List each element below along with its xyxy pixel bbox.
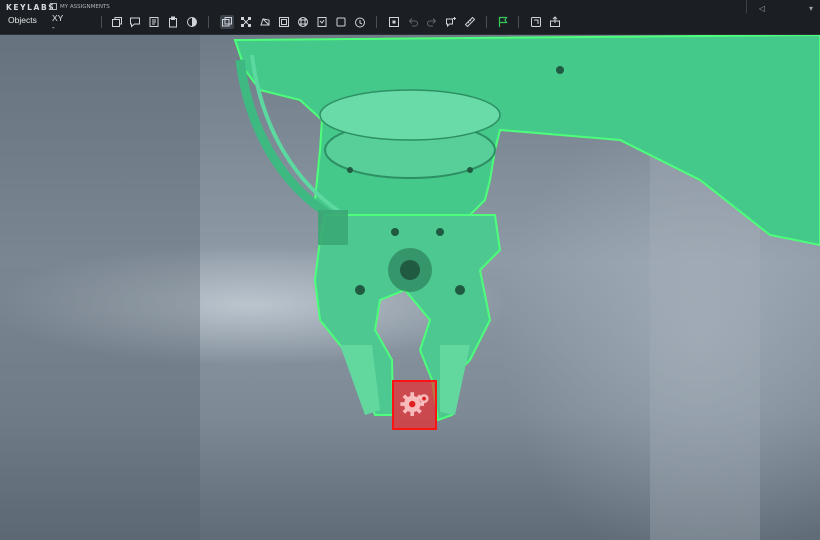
my-assignments-link[interactable]: MY ASSIGNMENTS — [50, 3, 110, 10]
gear-icon — [400, 392, 429, 416]
undo-icon[interactable] — [406, 15, 420, 29]
toolbar-divider — [208, 16, 209, 28]
chevron-down-icon[interactable]: ▾ — [806, 4, 816, 14]
ruler-icon[interactable] — [463, 15, 477, 29]
sound-icon[interactable]: ◁ — [757, 4, 767, 14]
toolbar-divider — [101, 16, 102, 28]
classification-tool-icon[interactable] — [315, 15, 329, 29]
xy-readout: XY - — [52, 13, 64, 33]
polygon-tool-icon[interactable] — [258, 15, 272, 29]
contrast-tool-icon[interactable] — [185, 15, 199, 29]
toolbar-divider — [376, 16, 377, 28]
notes-tool-icon[interactable] — [147, 15, 161, 29]
scene-image — [0, 35, 820, 540]
redo-icon[interactable] — [425, 15, 439, 29]
flag-icon[interactable] — [496, 15, 510, 29]
brand-logo[interactable]: KEYLABS — [6, 3, 55, 12]
segmentation-tool-icon[interactable] — [296, 15, 310, 29]
gear-bounding-box[interactable] — [392, 380, 437, 430]
cuboid-tool-icon[interactable] — [277, 15, 291, 29]
objects-tab[interactable]: Objects — [8, 15, 37, 25]
timer-tool-icon[interactable] — [353, 15, 367, 29]
shortcuts-icon[interactable] — [529, 15, 543, 29]
export-icon[interactable] — [548, 15, 562, 29]
window-divider — [746, 0, 747, 13]
assignments-icon — [50, 3, 57, 10]
xy-value: - — [52, 23, 55, 32]
toolbar-divider — [518, 16, 519, 28]
object-tool-icon[interactable] — [110, 15, 124, 29]
xy-label: XY — [52, 13, 64, 23]
bounding-box-tool-icon[interactable] — [220, 15, 234, 29]
comment-tool-icon[interactable] — [128, 15, 142, 29]
annotation-canvas[interactable] — [0, 35, 820, 540]
toolbar-divider — [486, 16, 487, 28]
top-toolbar: KEYLABS MY ASSIGNMENTS Objects XY - ◁ ▾ — [0, 0, 820, 35]
clipboard-tool-icon[interactable] — [166, 15, 180, 29]
my-assignments-label: MY ASSIGNMENTS — [60, 3, 110, 10]
background-shadow — [0, 35, 200, 540]
comment-add-icon[interactable] — [444, 15, 458, 29]
select-tool-icon[interactable] — [387, 15, 401, 29]
frame-tool-icon[interactable] — [334, 15, 348, 29]
keypoints-tool-icon[interactable] — [239, 15, 253, 29]
